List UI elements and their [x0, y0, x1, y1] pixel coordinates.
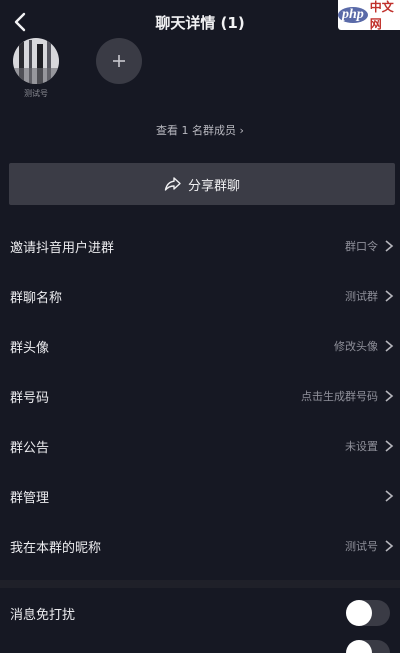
row-value: 点击生成群号码	[301, 390, 378, 403]
settings-row-invite[interactable]: 邀请抖音用户进群 群口令	[0, 221, 400, 271]
view-all-members-link[interactable]: 查看 1 名群成员 ›	[0, 122, 400, 138]
chevron-right-icon	[385, 390, 394, 402]
row-label: 邀请抖音用户进群	[10, 240, 115, 256]
toggle-knob	[346, 600, 372, 626]
member-avatar[interactable]	[13, 38, 59, 84]
row-label: 消息免打扰	[10, 607, 76, 623]
row-label: 群聊名称	[10, 290, 63, 306]
settings-row-my-nickname[interactable]: 我在本群的昵称 测试号	[0, 521, 400, 571]
member-name: 测试号	[24, 89, 48, 98]
member-list: 测试号	[0, 38, 400, 108]
settings-row-group-avatar[interactable]: 群头像 修改头像	[0, 321, 400, 371]
row-label: 群管理	[10, 490, 50, 506]
row-label: 群公告	[10, 440, 50, 456]
settings-row-group-number[interactable]: 群号码 点击生成群号码	[0, 371, 400, 421]
settings-row-mute: 消息免打扰	[0, 588, 400, 638]
watermark-logo: php 中文网	[338, 0, 400, 31]
chevron-right-icon	[385, 240, 394, 252]
settings-row-announcement[interactable]: 群公告 未设置	[0, 421, 400, 471]
row-value: 群口令	[345, 240, 378, 253]
share-group-label: 分享群聊	[187, 178, 240, 194]
settings-row-group-name[interactable]: 群聊名称 测试群	[0, 271, 400, 321]
chevron-right-icon	[385, 340, 394, 352]
pin-toggle[interactable]	[346, 640, 390, 653]
chevron-right-icon	[385, 490, 394, 502]
row-label: 群号码	[10, 390, 50, 406]
row-value: 未设置	[345, 440, 378, 453]
chevron-right-icon	[385, 440, 394, 452]
chevron-right-icon	[385, 540, 394, 552]
mute-toggle[interactable]	[346, 600, 390, 626]
settings-row-group-management[interactable]: 群管理	[0, 471, 400, 521]
row-value: 测试群	[345, 290, 378, 303]
toggle-knob	[346, 640, 372, 653]
share-group-button[interactable]: 分享群聊	[9, 163, 395, 205]
user-avatar-icon	[13, 38, 59, 84]
row-value: 测试号	[345, 540, 378, 553]
share-icon	[164, 177, 181, 191]
row-label: 群头像	[10, 340, 50, 356]
chevron-right-icon	[385, 290, 394, 302]
row-value: 修改头像	[334, 340, 378, 353]
row-label: 我在本群的昵称	[10, 540, 102, 556]
add-member-button[interactable]	[96, 38, 142, 84]
section-divider	[0, 580, 400, 588]
plus-icon	[113, 55, 125, 67]
